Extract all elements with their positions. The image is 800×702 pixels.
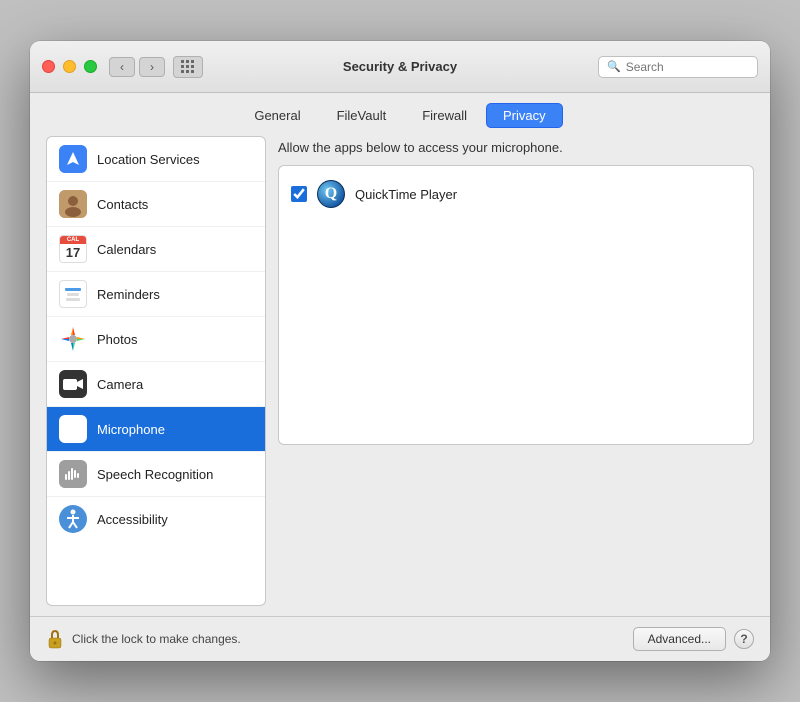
sidebar-item-speech-recognition[interactable]: Speech Recognition	[47, 452, 265, 497]
tab-filevault[interactable]: FileVault	[320, 103, 404, 128]
sidebar-item-photos[interactable]: Photos	[47, 317, 265, 362]
sidebar-label-calendars: Calendars	[97, 242, 156, 257]
location-services-icon	[59, 145, 87, 173]
sidebar-label-accessibility: Accessibility	[97, 512, 168, 527]
search-icon: 🔍	[607, 60, 621, 73]
tab-privacy[interactable]: Privacy	[486, 103, 563, 128]
panel-description: Allow the apps below to access your micr…	[278, 140, 754, 155]
forward-button[interactable]: ›	[139, 57, 165, 77]
sidebar-item-calendars[interactable]: CAL 17 Calendars	[47, 227, 265, 272]
microphone-icon	[59, 415, 87, 443]
sidebar-label-speech-recognition: Speech Recognition	[97, 467, 213, 482]
contacts-icon	[59, 190, 87, 218]
nav-buttons: ‹ ›	[109, 57, 165, 77]
sidebar-label-location-services: Location Services	[97, 152, 200, 167]
minimize-button[interactable]	[63, 60, 76, 73]
speech-recognition-icon	[59, 460, 87, 488]
search-input[interactable]	[626, 60, 749, 74]
sidebar-item-location-services[interactable]: Location Services	[47, 137, 265, 182]
title-bar: ‹ › Security & Privacy 🔍	[30, 41, 770, 93]
lock-button[interactable]: Click the lock to make changes.	[46, 628, 241, 650]
lock-icon	[46, 628, 64, 650]
grid-button[interactable]	[173, 56, 203, 78]
tab-general[interactable]: General	[237, 103, 317, 128]
back-button[interactable]: ‹	[109, 57, 135, 77]
app-item-quicktime: Q QuickTime Player	[279, 172, 753, 216]
traffic-lights	[42, 60, 97, 73]
sidebar-item-microphone[interactable]: Microphone	[47, 407, 265, 452]
sidebar-item-accessibility[interactable]: Accessibility	[47, 497, 265, 541]
photos-icon	[59, 325, 87, 353]
accessibility-icon	[59, 505, 87, 533]
content-area: Location Services Contacts CAL 17	[30, 136, 770, 606]
sidebar-label-reminders: Reminders	[97, 287, 160, 302]
sidebar-item-reminders[interactable]: Reminders	[47, 272, 265, 317]
maximize-button[interactable]	[84, 60, 97, 73]
search-bar[interactable]: 🔍	[598, 56, 758, 78]
window-title: Security & Privacy	[343, 59, 457, 74]
close-button[interactable]	[42, 60, 55, 73]
lock-label: Click the lock to make changes.	[72, 632, 241, 646]
sidebar-item-contacts[interactable]: Contacts	[47, 182, 265, 227]
sidebar: Location Services Contacts CAL 17	[46, 136, 266, 606]
tabs-bar: General FileVault Firewall Privacy	[30, 93, 770, 136]
quicktime-label: QuickTime Player	[355, 187, 457, 202]
advanced-button[interactable]: Advanced...	[633, 627, 726, 651]
sidebar-label-contacts: Contacts	[97, 197, 148, 212]
quicktime-icon: Q	[317, 180, 345, 208]
calendars-icon: CAL 17	[59, 235, 87, 263]
sidebar-label-microphone: Microphone	[97, 422, 165, 437]
main-window: ‹ › Security & Privacy 🔍 General FileVau…	[30, 41, 770, 661]
grid-icon	[181, 60, 195, 74]
sidebar-item-camera[interactable]: Camera	[47, 362, 265, 407]
apps-list: Q QuickTime Player	[278, 165, 754, 445]
reminders-icon	[59, 280, 87, 308]
bottom-bar: Click the lock to make changes. Advanced…	[30, 616, 770, 661]
tab-firewall[interactable]: Firewall	[405, 103, 484, 128]
bottom-right: Advanced... ?	[633, 627, 754, 651]
sidebar-label-photos: Photos	[97, 332, 137, 347]
sidebar-label-camera: Camera	[97, 377, 143, 392]
quicktime-checkbox[interactable]	[291, 186, 307, 202]
camera-icon	[59, 370, 87, 398]
help-button[interactable]: ?	[734, 629, 754, 649]
main-panel: Allow the apps below to access your micr…	[278, 136, 754, 606]
